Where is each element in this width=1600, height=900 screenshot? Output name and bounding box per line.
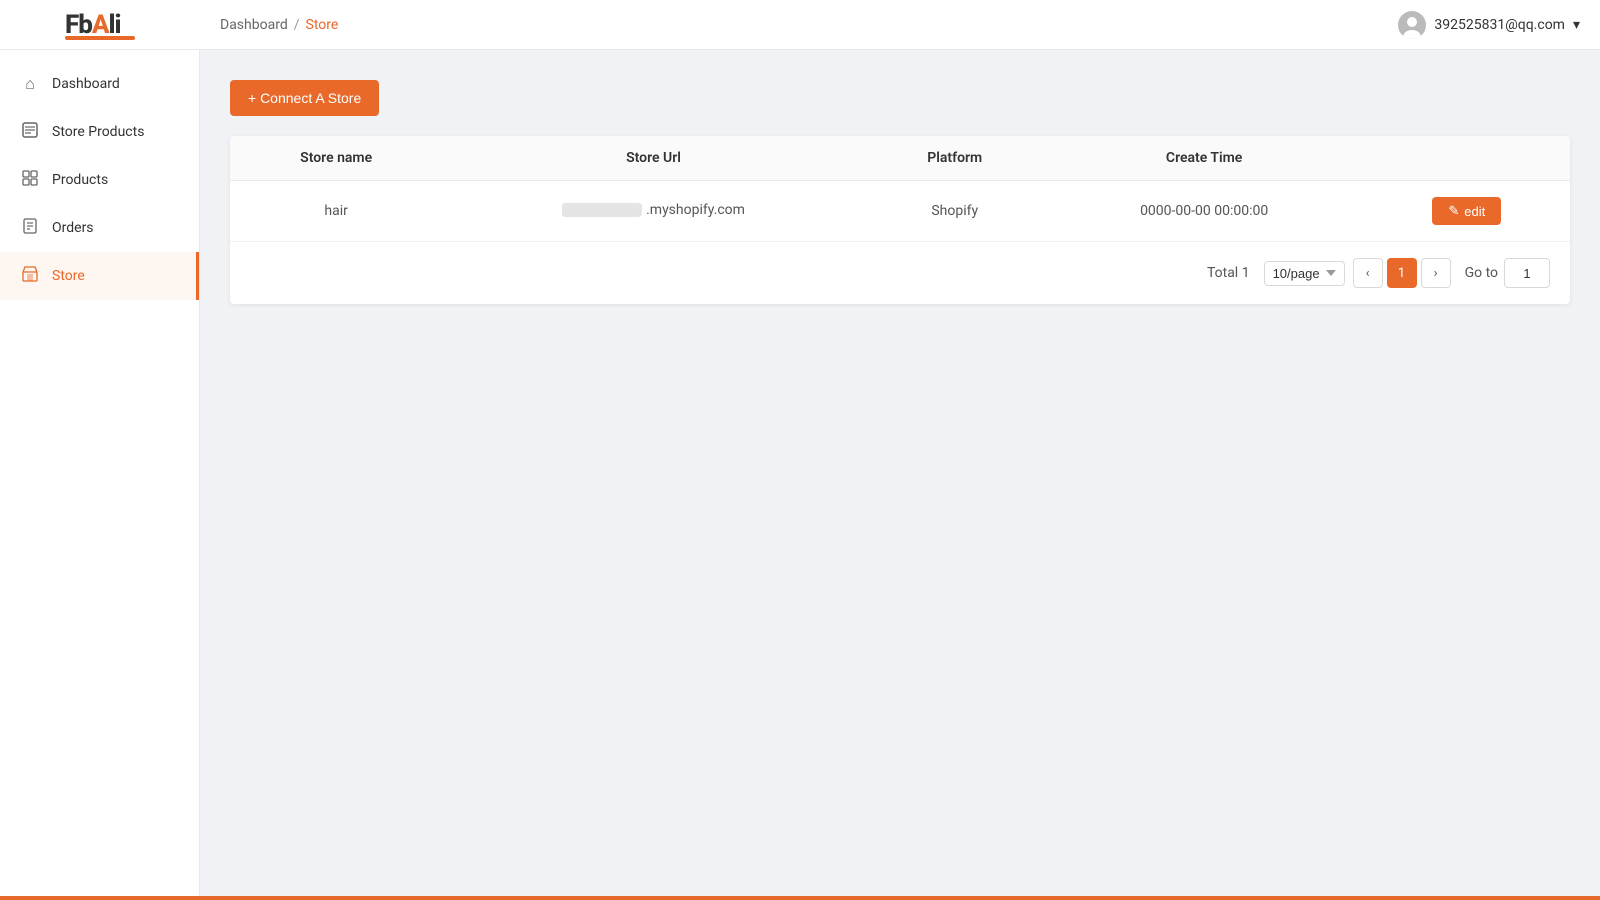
breadcrumb: Dashboard / Store xyxy=(200,17,338,33)
sidebar-item-label: Dashboard xyxy=(52,76,120,92)
sidebar: ⌂ Dashboard Store Products xyxy=(0,50,200,900)
goto-label: Go to xyxy=(1465,265,1498,281)
table-header-row: Store name Store Url Platform Create Tim… xyxy=(230,136,1570,181)
col-store-url: Store Url xyxy=(442,136,864,181)
edit-button[interactable]: ✎ edit xyxy=(1432,197,1501,225)
store-url-blurred: .myshopify.com xyxy=(562,202,745,218)
sidebar-item-label: Store Products xyxy=(52,124,144,140)
connect-store-button[interactable]: + Connect A Store xyxy=(230,80,379,116)
user-info[interactable]: 392525831@qq.com ▾ xyxy=(1398,11,1580,39)
breadcrumb-current: Store xyxy=(306,17,339,33)
col-platform: Platform xyxy=(865,136,1045,181)
sidebar-item-store[interactable]: Store xyxy=(0,252,199,300)
layout: ⌂ Dashboard Store Products xyxy=(0,50,1600,900)
edit-label: edit xyxy=(1464,204,1485,219)
user-email: 392525831@qq.com xyxy=(1434,17,1565,33)
sidebar-item-label: Orders xyxy=(52,220,94,236)
cell-store-name: hair xyxy=(230,181,442,242)
main-content: + Connect A Store Store name Store Url P… xyxy=(200,50,1600,900)
store-table: Store name Store Url Platform Create Tim… xyxy=(230,136,1570,242)
store-icon xyxy=(20,266,40,286)
logo-wrapper: FbAli xyxy=(65,10,135,40)
next-page-button[interactable]: › xyxy=(1421,258,1451,288)
table-row: hair .myshopify.com Shopify 0000-00-00 0… xyxy=(230,181,1570,242)
pagination-total-label: Total 1 xyxy=(1207,265,1250,281)
logo-underline xyxy=(65,36,135,40)
goto-area: Go to xyxy=(1465,258,1550,288)
prev-page-button[interactable]: ‹ xyxy=(1353,258,1383,288)
breadcrumb-home[interactable]: Dashboard xyxy=(220,17,288,33)
pagination-nav: ‹ 1 › xyxy=(1353,258,1451,288)
orders-icon xyxy=(20,218,40,238)
col-store-name: Store name xyxy=(230,136,442,181)
cell-create-time: 0000-00-00 00:00:00 xyxy=(1045,181,1364,242)
sidebar-item-label: Products xyxy=(52,172,108,188)
tag-icon xyxy=(20,122,40,142)
edit-pencil-icon: ✎ xyxy=(1448,203,1459,219)
sidebar-item-store-products[interactable]: Store Products xyxy=(0,108,199,156)
cell-actions: ✎ edit xyxy=(1364,181,1570,242)
col-actions xyxy=(1364,136,1570,181)
user-dropdown-icon: ▾ xyxy=(1573,17,1580,33)
cell-platform: Shopify xyxy=(865,181,1045,242)
page-size-select[interactable]: 10/page 20/page 50/page xyxy=(1264,261,1345,286)
store-table-card: Store name Store Url Platform Create Tim… xyxy=(230,136,1570,304)
bottom-bar xyxy=(0,896,1600,900)
blurred-url-part xyxy=(562,203,642,217)
products-icon xyxy=(20,170,40,190)
sidebar-item-orders[interactable]: Orders xyxy=(0,204,199,252)
breadcrumb-separator: / xyxy=(294,17,300,33)
col-create-time: Create Time xyxy=(1045,136,1364,181)
store-url-suffix: .myshopify.com xyxy=(646,202,745,218)
sidebar-item-products[interactable]: Products xyxy=(0,156,199,204)
logo-area: FbAli xyxy=(0,10,200,40)
header: FbAli Dashboard / Store 392525831@qq.com… xyxy=(0,0,1600,50)
page-button-1[interactable]: 1 xyxy=(1387,258,1417,288)
pagination: Total 1 10/page 20/page 50/page ‹ 1 › Go… xyxy=(230,242,1570,304)
sidebar-item-dashboard[interactable]: ⌂ Dashboard xyxy=(0,60,199,108)
home-icon: ⌂ xyxy=(20,74,40,94)
avatar xyxy=(1398,11,1426,39)
sidebar-item-label: Store xyxy=(52,268,85,284)
goto-input[interactable] xyxy=(1504,258,1550,288)
cell-store-url: .myshopify.com xyxy=(442,181,864,242)
header-left: FbAli Dashboard / Store xyxy=(0,10,338,40)
